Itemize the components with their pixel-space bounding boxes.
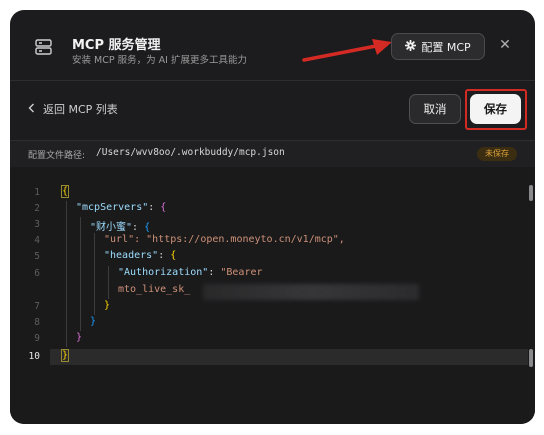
code-line: } bbox=[60, 349, 70, 362]
save-button[interactable]: 保存 bbox=[470, 94, 521, 124]
line-number: 9 bbox=[34, 333, 40, 344]
line-number: 3 bbox=[34, 219, 40, 230]
code-line: } bbox=[76, 332, 83, 343]
code-line: "mcpServers": { bbox=[76, 202, 167, 213]
close-icon[interactable]: ✕ bbox=[497, 37, 513, 53]
mcp-dialog: MCP 服务管理 安装 MCP 服务，为 AI 扩展更多工具能力 配置 MCP … bbox=[10, 10, 535, 424]
scrollbar-thumb[interactable] bbox=[529, 185, 533, 201]
indent-guide bbox=[94, 233, 95, 315]
line-number: 1 bbox=[34, 187, 40, 198]
config-path-label: 配置文件路径: bbox=[28, 151, 86, 161]
server-icon bbox=[35, 39, 52, 55]
dialog-subtitle: 安装 MCP 服务，为 AI 扩展更多工具能力 bbox=[72, 55, 247, 66]
code-editor[interactable]: 1 2 3 4 5 6 7 8 9 10 { "mcpServers": { "… bbox=[10, 167, 535, 424]
line-number: 8 bbox=[34, 317, 40, 328]
line-number: 4 bbox=[34, 235, 40, 246]
scrollbar-marker bbox=[529, 349, 533, 367]
dialog-title: MCP 服务管理 bbox=[72, 38, 161, 53]
config-mcp-label: 配置 MCP bbox=[421, 40, 471, 54]
current-line-highlight bbox=[50, 349, 528, 365]
code-line: "财小蜜": { bbox=[90, 222, 151, 233]
back-to-list-link[interactable]: 返回 MCP 列表 bbox=[28, 101, 118, 117]
code-line: } bbox=[104, 300, 111, 311]
annotation-arrow bbox=[302, 39, 392, 62]
code-line: mto_live_sk_ bbox=[118, 284, 191, 295]
indent-guide bbox=[108, 266, 109, 299]
config-path-value: /Users/wvv8oo/.workbuddy/mcp.json bbox=[96, 147, 285, 158]
redacted-secret bbox=[203, 284, 419, 300]
chevron-left-icon bbox=[28, 103, 35, 116]
status-badge: 未保存 bbox=[477, 147, 517, 161]
gear-icon bbox=[405, 39, 417, 54]
code-line: "url": "https://open.moneyto.cn/v1/mcp", bbox=[104, 234, 345, 245]
config-mcp-button[interactable]: 配置 MCP bbox=[391, 33, 485, 60]
line-number: 7 bbox=[34, 301, 40, 312]
line-number-active: 10 bbox=[28, 351, 40, 362]
code-line: } bbox=[90, 316, 97, 327]
code-line: "Authorization": "Bearer bbox=[118, 267, 263, 278]
indent-guide bbox=[66, 201, 67, 347]
line-number: 6 bbox=[34, 268, 40, 279]
header-divider bbox=[10, 80, 535, 81]
code-line: "headers": { bbox=[104, 250, 177, 261]
code-line: { bbox=[60, 185, 70, 198]
back-label: 返回 MCP 列表 bbox=[43, 103, 118, 116]
cancel-button[interactable]: 取消 bbox=[409, 94, 461, 124]
indent-guide bbox=[80, 217, 81, 331]
line-number: 2 bbox=[34, 203, 40, 214]
line-number: 5 bbox=[34, 251, 40, 262]
line-number-gutter: 1 2 3 4 5 6 7 8 9 10 bbox=[10, 167, 50, 424]
